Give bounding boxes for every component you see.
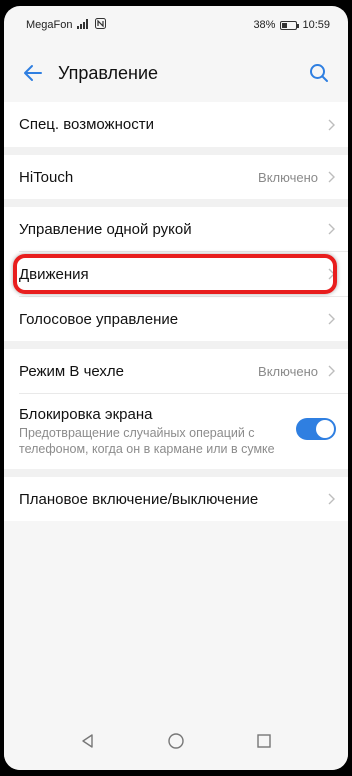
navigation-bar [4, 716, 348, 770]
section-gestures: Управление одной рукой Движения Голосово… [4, 207, 348, 341]
toggle-knob [316, 420, 334, 438]
search-icon [310, 64, 328, 82]
chevron-right-icon [326, 119, 336, 131]
arrow-left-icon [24, 65, 42, 81]
list-item-label: Движения [19, 265, 89, 283]
chevron-right-icon [326, 223, 336, 235]
page-title: Управление [58, 62, 159, 83]
list-item-one-hand[interactable]: Управление одной рукой [4, 207, 348, 251]
list-item-label: Блокировка экрана [19, 406, 153, 423]
list-item-label: Спец. возможности [19, 116, 154, 133]
list-item-description: Предотвращение случайных операций с теле… [19, 426, 275, 456]
carrier-name: MegaFon [26, 19, 73, 31]
list-item-accessibility[interactable]: Спец. возможности [4, 102, 348, 147]
nfc-icon [95, 18, 107, 32]
list-item-label: Режим В чехле [19, 362, 125, 380]
signal-icon [77, 18, 90, 32]
nav-home-button[interactable] [167, 732, 185, 755]
list-item-label: Плановое включение/выключение [19, 490, 259, 508]
list-item-motions[interactable]: Движения [4, 252, 348, 296]
list-item-cover-mode[interactable]: Режим В чехле Включено [4, 349, 348, 393]
nav-recents-button[interactable] [256, 733, 272, 754]
phone-screen: MegaFon 38% 10:59 Управление Спец. возмо… [4, 6, 348, 770]
nav-back-button[interactable] [80, 733, 96, 754]
status-bar: MegaFon 38% 10:59 [4, 6, 348, 44]
section-gap [4, 341, 348, 349]
chevron-right-icon [326, 268, 336, 280]
list-item-screen-lock[interactable]: Блокировка экрана Предотвращение случайн… [4, 394, 348, 469]
list-item-label: Голосовое управление [19, 310, 179, 328]
section-gap [4, 469, 348, 477]
section-gap [4, 147, 348, 155]
section-gap [4, 199, 348, 207]
chevron-right-icon [326, 493, 336, 505]
chevron-right-icon [326, 171, 336, 183]
section-schedule: Плановое включение/выключение [4, 477, 348, 521]
list-item-value: Включено [258, 169, 318, 185]
list-item-label: Управление одной рукой [19, 220, 192, 238]
list-item-scheduled-power[interactable]: Плановое включение/выключение [4, 477, 348, 521]
section-cover: Режим В чехле Включено Блокировка экрана… [4, 349, 348, 469]
screen-lock-toggle[interactable] [296, 418, 336, 440]
battery-icon [280, 20, 300, 30]
list-item-hitouch[interactable]: HiTouch Включено [4, 155, 348, 199]
list-item-label: HiTouch [19, 168, 74, 186]
list-item-value: Включено [258, 363, 318, 379]
search-button[interactable] [304, 58, 334, 88]
chevron-right-icon [326, 313, 336, 325]
clock: 10:59 [302, 19, 330, 31]
section-hitouch: HiTouch Включено [4, 155, 348, 199]
square-recents-icon [257, 733, 272, 748]
list-item-voice[interactable]: Голосовое управление [4, 297, 348, 341]
battery-percent: 38% [253, 19, 276, 31]
circle-home-icon [168, 732, 184, 749]
triangle-back-icon [81, 733, 93, 748]
back-button[interactable] [18, 58, 48, 88]
section-accessibility: Спец. возможности [4, 102, 348, 147]
app-bar: Управление [4, 44, 348, 102]
chevron-right-icon [326, 365, 336, 377]
